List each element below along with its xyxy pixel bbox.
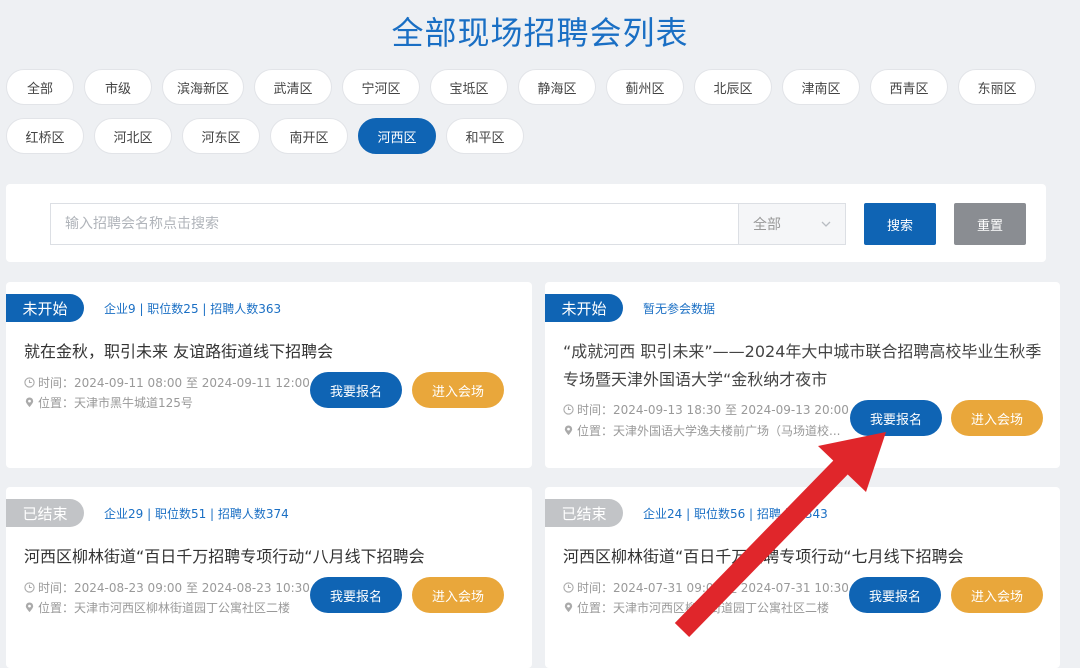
fair-location-text: 位置：天津市河西区柳林街道园丁公寓社区二楼 [38, 601, 291, 615]
district-filter-row-2: 红桥区 河北区 河东区 南开区 河西区 和平区 [6, 118, 524, 154]
fair-stats: 企业9 | 职位数25 | 招聘人数363 [104, 302, 282, 316]
chevron-down-icon [821, 221, 831, 227]
fair-time: 时间：2024-09-11 08:00 至 2024-09-11 12:00 [24, 374, 310, 391]
fair-stats: 企业29 | 职位数51 | 招聘人数374 [104, 507, 289, 521]
fair-location: 位置：天津外国语大学逸夫楼前广场（马场道校... [563, 422, 840, 439]
fair-time: 时间：2024-07-31 09:00 至 2024-07-31 10:30 [563, 579, 849, 596]
district-filter-row-1: 全部 市级 滨海新区 武清区 宁河区 宝坻区 静海区 蓟州区 北辰区 津南区 西… [6, 69, 1037, 105]
job-fair-card: 未开始 企业9 | 职位数25 | 招聘人数363 就在金秋，职引未来 友谊路街… [6, 282, 532, 468]
status-badge: 已结束 [6, 499, 84, 527]
page-title: 全部现场招聘会列表 [391, 14, 689, 52]
fair-time: 时间：2024-09-13 18:30 至 2024-09-13 20:00 [563, 401, 849, 418]
district-chip-city[interactable]: 市级 [84, 69, 152, 105]
fair-location: 位置：天津市黑牛城道125号 [24, 394, 193, 411]
clock-icon [24, 582, 35, 593]
job-fair-card: 已结束 企业24 | 职位数56 | 招聘人数343 河西区柳林街道“百日千万招… [545, 487, 1060, 668]
fair-title[interactable]: “成就河西 职引未来”——2024年大中城市联合招聘高校毕业生秋季专场暨天津外国… [563, 338, 1053, 394]
enter-venue-button[interactable]: 进入会场 [951, 577, 1043, 613]
fair-time-text: 时间：2024-08-23 09:00 至 2024-08-23 10:30 [38, 581, 310, 595]
fair-time-text: 时间：2024-09-11 08:00 至 2024-09-11 12:00 [38, 376, 310, 390]
signup-button[interactable]: 我要报名 [310, 372, 402, 408]
signup-button[interactable]: 我要报名 [850, 400, 942, 436]
signup-button[interactable]: 我要报名 [310, 577, 402, 613]
district-chip-dongli[interactable]: 东丽区 [958, 69, 1037, 105]
district-chip-hebei[interactable]: 河北区 [94, 118, 172, 154]
district-chip-baodi[interactable]: 宝坻区 [430, 69, 509, 105]
enter-venue-button[interactable]: 进入会场 [951, 400, 1043, 436]
fair-location: 位置：天津市河西区柳林街道园丁公寓社区二楼 [563, 599, 829, 616]
district-chip-jizhou[interactable]: 蓟州区 [606, 69, 685, 105]
location-pin-icon [564, 602, 573, 613]
fair-time: 时间：2024-08-23 09:00 至 2024-08-23 10:30 [24, 579, 310, 596]
fair-location: 位置：天津市河西区柳林街道园丁公寓社区二楼 [24, 599, 290, 616]
clock-icon [563, 404, 574, 415]
location-pin-icon [25, 397, 34, 408]
fair-title[interactable]: 河西区柳林街道“百日千万招聘专项行动“七月线下招聘会 [563, 543, 964, 571]
fair-time-text: 时间：2024-07-31 09:00 至 2024-07-31 10:30 [577, 581, 849, 595]
reset-button[interactable]: 重置 [954, 203, 1026, 245]
district-chip-nankai[interactable]: 南开区 [270, 118, 348, 154]
fair-title[interactable]: 就在金秋，职引未来 友谊路街道线下招聘会 [24, 338, 333, 366]
location-pin-icon [25, 602, 34, 613]
job-fair-card: 已结束 企业29 | 职位数51 | 招聘人数374 河西区柳林街道“百日千万招… [6, 487, 532, 668]
enter-venue-button[interactable]: 进入会场 [412, 372, 504, 408]
fair-stats: 企业24 | 职位数56 | 招聘人数343 [643, 507, 828, 521]
district-chip-all[interactable]: 全部 [6, 69, 74, 105]
signup-button[interactable]: 我要报名 [849, 577, 941, 613]
district-chip-hexi[interactable]: 河西区 [358, 118, 436, 154]
search-panel: 全部 搜索 重置 [6, 184, 1046, 262]
district-chip-heping[interactable]: 和平区 [446, 118, 524, 154]
district-chip-xiqing[interactable]: 西青区 [870, 69, 949, 105]
fair-location-text: 位置：天津市黑牛城道125号 [38, 396, 193, 410]
search-input[interactable] [50, 203, 738, 245]
status-select[interactable]: 全部 [738, 203, 846, 245]
district-chip-jinghai[interactable]: 静海区 [518, 69, 597, 105]
location-pin-icon [564, 425, 573, 436]
fair-time-text: 时间：2024-09-13 18:30 至 2024-09-13 20:00 [577, 403, 849, 417]
district-chip-ninghe[interactable]: 宁河区 [342, 69, 421, 105]
clock-icon [563, 582, 574, 593]
fair-location-text: 位置：天津市河西区柳林街道园丁公寓社区二楼 [577, 601, 830, 615]
status-select-value: 全部 [753, 217, 781, 233]
search-button[interactable]: 搜索 [864, 203, 936, 245]
fair-location-text: 位置：天津外国语大学逸夫楼前广场（马场道校... [577, 424, 841, 438]
status-badge: 未开始 [545, 294, 623, 322]
district-chip-wuqing[interactable]: 武清区 [254, 69, 333, 105]
fair-stats: 暂无参会数据 [643, 302, 716, 316]
district-chip-binhai[interactable]: 滨海新区 [162, 69, 245, 105]
clock-icon [24, 377, 35, 388]
district-chip-jinnan[interactable]: 津南区 [782, 69, 861, 105]
job-fair-card: 未开始 暂无参会数据 “成就河西 职引未来”——2024年大中城市联合招聘高校毕… [545, 282, 1060, 468]
enter-venue-button[interactable]: 进入会场 [412, 577, 504, 613]
district-chip-beichen[interactable]: 北辰区 [694, 69, 773, 105]
status-badge: 未开始 [6, 294, 84, 322]
fair-title[interactable]: 河西区柳林街道“百日千万招聘专项行动“八月线下招聘会 [24, 543, 425, 571]
status-badge: 已结束 [545, 499, 623, 527]
district-chip-hedong[interactable]: 河东区 [182, 118, 260, 154]
district-chip-hongqiao[interactable]: 红桥区 [6, 118, 84, 154]
